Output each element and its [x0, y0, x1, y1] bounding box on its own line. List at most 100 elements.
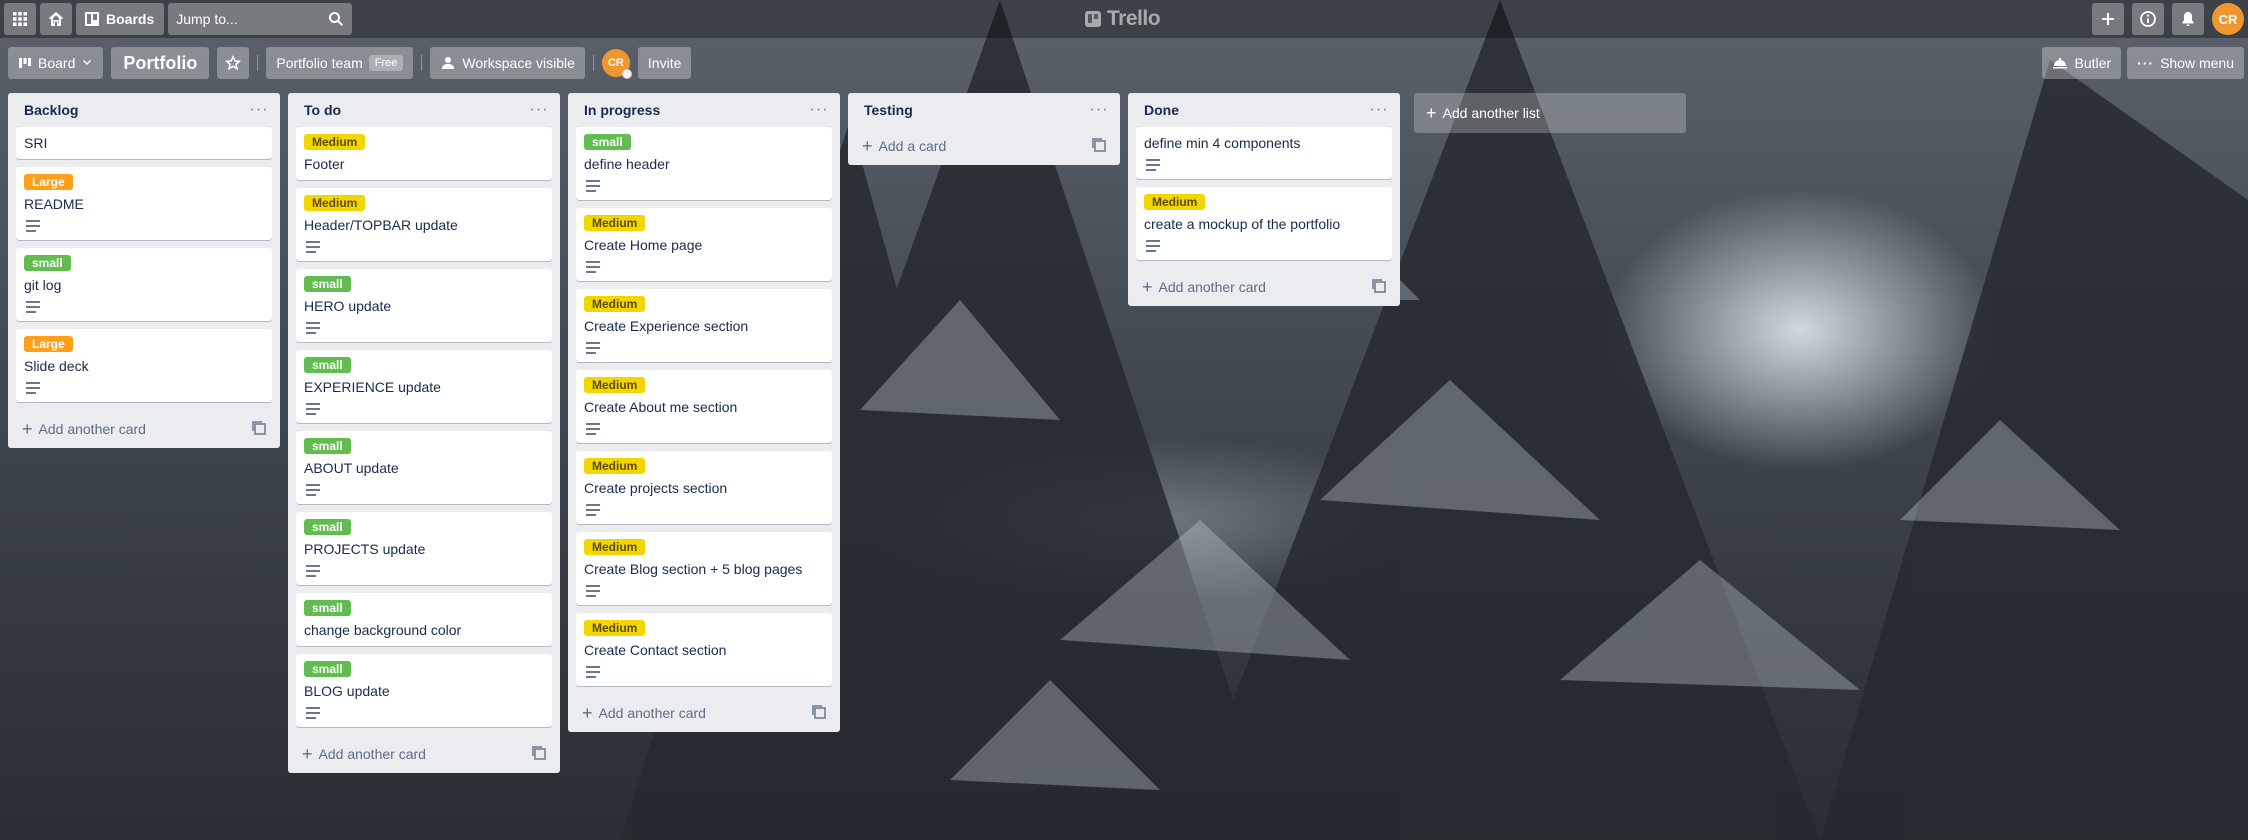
apps-grid-button[interactable] — [4, 3, 36, 35]
list-menu-icon[interactable]: ··· — [1366, 97, 1392, 123]
card[interactable]: Medium Create Experience section — [576, 289, 832, 362]
list-backlog: Backlog ··· SRI Large README small git log Larg… — [8, 93, 280, 448]
card[interactable]: Large Slide deck — [16, 329, 272, 402]
card[interactable]: small git log — [16, 248, 272, 321]
list-menu-icon[interactable]: ··· — [526, 97, 552, 123]
create-button[interactable] — [2092, 3, 2124, 35]
show-menu-button[interactable]: ··· Show menu — [2127, 47, 2244, 79]
card[interactable]: SRI — [16, 127, 272, 159]
card-title: Create projects section — [584, 480, 728, 496]
list-menu-icon[interactable]: ··· — [806, 97, 832, 123]
card-template-icon[interactable] — [1372, 278, 1386, 296]
add-card-label: Add another card — [1158, 279, 1266, 295]
list-title[interactable]: To do — [304, 102, 341, 118]
jump-to-search[interactable]: Jump to... — [168, 3, 353, 35]
card[interactable]: Medium create a mockup of the portfolio — [1136, 187, 1392, 260]
description-icon — [586, 423, 600, 435]
card[interactable]: Medium Create Home page — [576, 208, 832, 281]
header-separator — [592, 55, 594, 71]
card[interactable]: small PROJECTS update — [296, 512, 552, 585]
ellipsis-icon: ··· — [2137, 55, 2155, 71]
card-label: Large — [24, 336, 73, 352]
list-title[interactable]: Done — [1144, 102, 1179, 118]
add-card-button[interactable]: + Add another card — [1136, 268, 1392, 306]
description-icon — [26, 220, 40, 232]
list-menu-icon[interactable]: ··· — [1086, 97, 1112, 123]
card[interactable]: small EXPERIENCE update — [296, 350, 552, 423]
card[interactable]: Medium Header/TOPBAR update — [296, 188, 552, 261]
list-in-progress: In progress ··· small define header Medium Cr… — [568, 93, 840, 732]
visibility-button[interactable]: Workspace visible — [430, 47, 585, 79]
list-header[interactable]: Backlog ··· — [16, 93, 272, 127]
card[interactable]: small BLOG update — [296, 654, 552, 727]
add-another-list-button[interactable]: + Add another list — [1414, 93, 1686, 133]
add-card-left: + Add another card — [1142, 278, 1266, 296]
board-member-avatar[interactable]: CR — [601, 49, 632, 79]
board-view-icon — [19, 58, 31, 68]
boards-button[interactable]: Boards — [76, 3, 165, 35]
plus-icon — [2102, 13, 2114, 25]
card[interactable]: Medium Create projects section — [576, 451, 832, 524]
plan-badge: Free — [368, 55, 404, 71]
card-label: small — [304, 600, 351, 616]
card[interactable]: define min 4 components — [1136, 127, 1392, 179]
notifications-button[interactable] — [2172, 3, 2204, 35]
card-template-icon[interactable] — [812, 704, 826, 722]
description-icon — [306, 484, 320, 496]
add-card-button[interactable]: + Add another card — [576, 694, 832, 732]
card[interactable]: Medium Create About me section — [576, 370, 832, 443]
card[interactable]: small HERO update — [296, 269, 552, 342]
card-title: define header — [584, 156, 670, 172]
invite-button[interactable]: Invite — [637, 47, 692, 79]
list-to-do: To do ··· Medium Footer Medium Header/TOPBAR … — [288, 93, 560, 773]
add-card-button[interactable]: + Add a card — [856, 127, 1112, 165]
card[interactable]: Medium Create Contact section — [576, 613, 832, 686]
description-icon — [586, 342, 600, 354]
top-right-actions: CR — [2092, 3, 2244, 35]
list-title[interactable]: Backlog — [24, 102, 78, 118]
add-card-button[interactable]: + Add another card — [296, 735, 552, 773]
card-title: Create Blog section + 5 blog pages — [584, 561, 803, 577]
butler-button[interactable]: Butler — [2042, 47, 2122, 79]
card[interactable]: small change background color — [296, 593, 552, 646]
card[interactable]: Large README — [16, 167, 272, 240]
admin-badge-icon — [621, 69, 632, 79]
description-icon — [26, 301, 40, 313]
home-button[interactable] — [40, 3, 72, 35]
card-label: Large — [24, 174, 73, 190]
board-title[interactable]: Portfolio — [111, 47, 210, 79]
card-title: HERO update — [304, 298, 392, 314]
board-view-switcher[interactable]: Board — [8, 47, 104, 79]
card[interactable]: Medium Create Blog section + 5 blog pages — [576, 532, 832, 605]
list-header[interactable]: To do ··· — [296, 93, 552, 127]
top-nav-bar: Boards Jump to... Trello CR — [0, 0, 2248, 38]
workspace-team-button[interactable]: Portfolio team Free — [266, 47, 414, 79]
user-avatar[interactable]: CR — [2212, 3, 2244, 35]
description-icon — [306, 241, 320, 253]
visibility-label: Workspace visible — [462, 55, 575, 71]
card-title: Create Experience section — [584, 318, 749, 334]
card-label: small — [304, 661, 351, 677]
card-template-icon[interactable] — [1092, 137, 1106, 155]
card-template-icon[interactable] — [252, 420, 266, 438]
star-board-button[interactable] — [217, 47, 250, 79]
card-label: small — [304, 438, 351, 454]
list-header[interactable]: In progress ··· — [576, 93, 832, 127]
info-button[interactable] — [2132, 3, 2164, 35]
trello-logo[interactable]: Trello — [1085, 7, 1161, 31]
butler-icon — [2053, 58, 2068, 69]
list-header[interactable]: Testing ··· — [856, 93, 1112, 127]
list-title[interactable]: Testing — [864, 102, 913, 118]
description-icon — [586, 504, 600, 516]
card[interactable]: small define header — [576, 127, 832, 200]
card[interactable]: Medium Footer — [296, 127, 552, 180]
description-icon — [1146, 240, 1160, 252]
add-card-button[interactable]: + Add another card — [16, 410, 272, 448]
card-title: SRI — [24, 135, 48, 151]
list-menu-icon[interactable]: ··· — [246, 97, 272, 123]
list-header[interactable]: Done ··· — [1136, 93, 1392, 127]
list-title[interactable]: In progress — [584, 102, 660, 118]
add-card-left: + Add another card — [302, 745, 426, 763]
card[interactable]: small ABOUT update — [296, 431, 552, 504]
card-template-icon[interactable] — [532, 745, 546, 763]
